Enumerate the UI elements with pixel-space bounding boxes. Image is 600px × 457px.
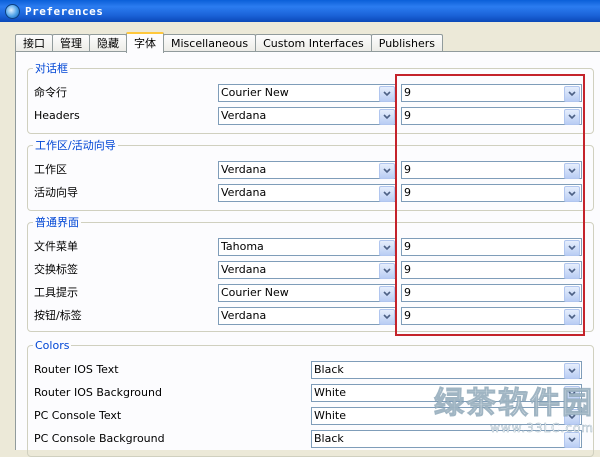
group-legend: 普通界面 bbox=[33, 216, 81, 229]
font-combo-switch-tabs[interactable]: Verdana bbox=[218, 261, 397, 279]
group-legend: 工作区/活动向导 bbox=[33, 139, 118, 152]
size-combo-headers[interactable]: 9 bbox=[401, 107, 582, 125]
tab-interface[interactable]: 接口 bbox=[15, 34, 53, 52]
font-combo-tooltips[interactable]: Courier New bbox=[218, 284, 397, 302]
tab-publishers[interactable]: Publishers bbox=[370, 34, 443, 52]
color-combo-pc-console-text[interactable]: White bbox=[311, 407, 582, 425]
chevron-down-icon[interactable] bbox=[564, 386, 580, 402]
tab-custom-interfaces[interactable]: Custom Interfaces bbox=[255, 34, 372, 52]
color-combo-router-ios-background[interactable]: White bbox=[311, 384, 582, 402]
chevron-down-icon[interactable] bbox=[564, 263, 580, 279]
chevron-down-icon[interactable] bbox=[564, 363, 580, 379]
row-label: Router IOS Background bbox=[34, 386, 162, 399]
chevron-down-icon[interactable] bbox=[564, 163, 580, 179]
color-combo-router-ios-text[interactable]: Black bbox=[311, 361, 582, 379]
font-combo-activity-wizard[interactable]: Verdana bbox=[218, 184, 397, 202]
chevron-down-icon[interactable] bbox=[379, 286, 395, 302]
size-combo-buttons-labels[interactable]: 9 bbox=[401, 307, 582, 325]
window-title: Preferences bbox=[25, 4, 104, 18]
tab-hide[interactable]: 隐藏 bbox=[89, 34, 127, 52]
font-combo-command-line[interactable]: Courier New bbox=[218, 84, 397, 102]
chevron-down-icon[interactable] bbox=[564, 286, 580, 302]
tab-miscellaneous[interactable]: Miscellaneous bbox=[163, 34, 257, 52]
chevron-down-icon[interactable] bbox=[379, 109, 395, 125]
font-combo-file-menu[interactable]: Tahoma bbox=[218, 238, 397, 256]
chevron-down-icon[interactable] bbox=[379, 163, 395, 179]
group-legend: Colors bbox=[33, 339, 72, 352]
chevron-down-icon[interactable] bbox=[379, 86, 395, 102]
chevron-down-icon[interactable] bbox=[379, 240, 395, 256]
group-legend: 对话框 bbox=[33, 62, 70, 75]
app-icon bbox=[5, 3, 20, 19]
size-combo-command-line[interactable]: 9 bbox=[401, 84, 582, 102]
row-label: 按钮/标签 bbox=[34, 309, 82, 322]
row-label: 活动向导 bbox=[34, 186, 78, 199]
chevron-down-icon[interactable] bbox=[564, 309, 580, 325]
chevron-down-icon[interactable] bbox=[564, 432, 580, 448]
row-label: 文件菜单 bbox=[34, 240, 78, 253]
row-label: PC Console Background bbox=[34, 432, 165, 445]
chevron-down-icon[interactable] bbox=[564, 240, 580, 256]
font-combo-workspace[interactable]: Verdana bbox=[218, 161, 397, 179]
chevron-down-icon[interactable] bbox=[379, 263, 395, 279]
tab-strip: 接口 管理 隐藏 字体 Miscellaneous Custom Interfa… bbox=[15, 32, 443, 53]
row-label: Router IOS Text bbox=[34, 363, 119, 376]
chevron-down-icon[interactable] bbox=[564, 186, 580, 202]
size-combo-tooltips[interactable]: 9 bbox=[401, 284, 582, 302]
row-label: 工作区 bbox=[34, 163, 67, 176]
size-combo-activity-wizard[interactable]: 9 bbox=[401, 184, 582, 202]
row-label: 交换标签 bbox=[34, 263, 78, 276]
chevron-down-icon[interactable] bbox=[564, 409, 580, 425]
chevron-down-icon[interactable] bbox=[379, 186, 395, 202]
font-combo-headers[interactable]: Verdana bbox=[218, 107, 397, 125]
row-label: PC Console Text bbox=[34, 409, 122, 422]
tab-font[interactable]: 字体 bbox=[126, 32, 164, 53]
size-combo-file-menu[interactable]: 9 bbox=[401, 238, 582, 256]
chevron-down-icon[interactable] bbox=[564, 86, 580, 102]
chevron-down-icon[interactable] bbox=[379, 309, 395, 325]
row-label: Headers bbox=[34, 109, 80, 122]
font-combo-buttons-labels[interactable]: Verdana bbox=[218, 307, 397, 325]
title-bar: Preferences bbox=[0, 0, 600, 22]
size-combo-workspace[interactable]: 9 bbox=[401, 161, 582, 179]
color-combo-pc-console-background[interactable]: Black bbox=[311, 430, 582, 448]
chevron-down-icon[interactable] bbox=[564, 109, 580, 125]
row-label: 工具提示 bbox=[34, 286, 78, 299]
tab-administrative[interactable]: 管理 bbox=[52, 34, 90, 52]
row-label: 命令行 bbox=[34, 86, 67, 99]
size-combo-switch-tabs[interactable]: 9 bbox=[401, 261, 582, 279]
